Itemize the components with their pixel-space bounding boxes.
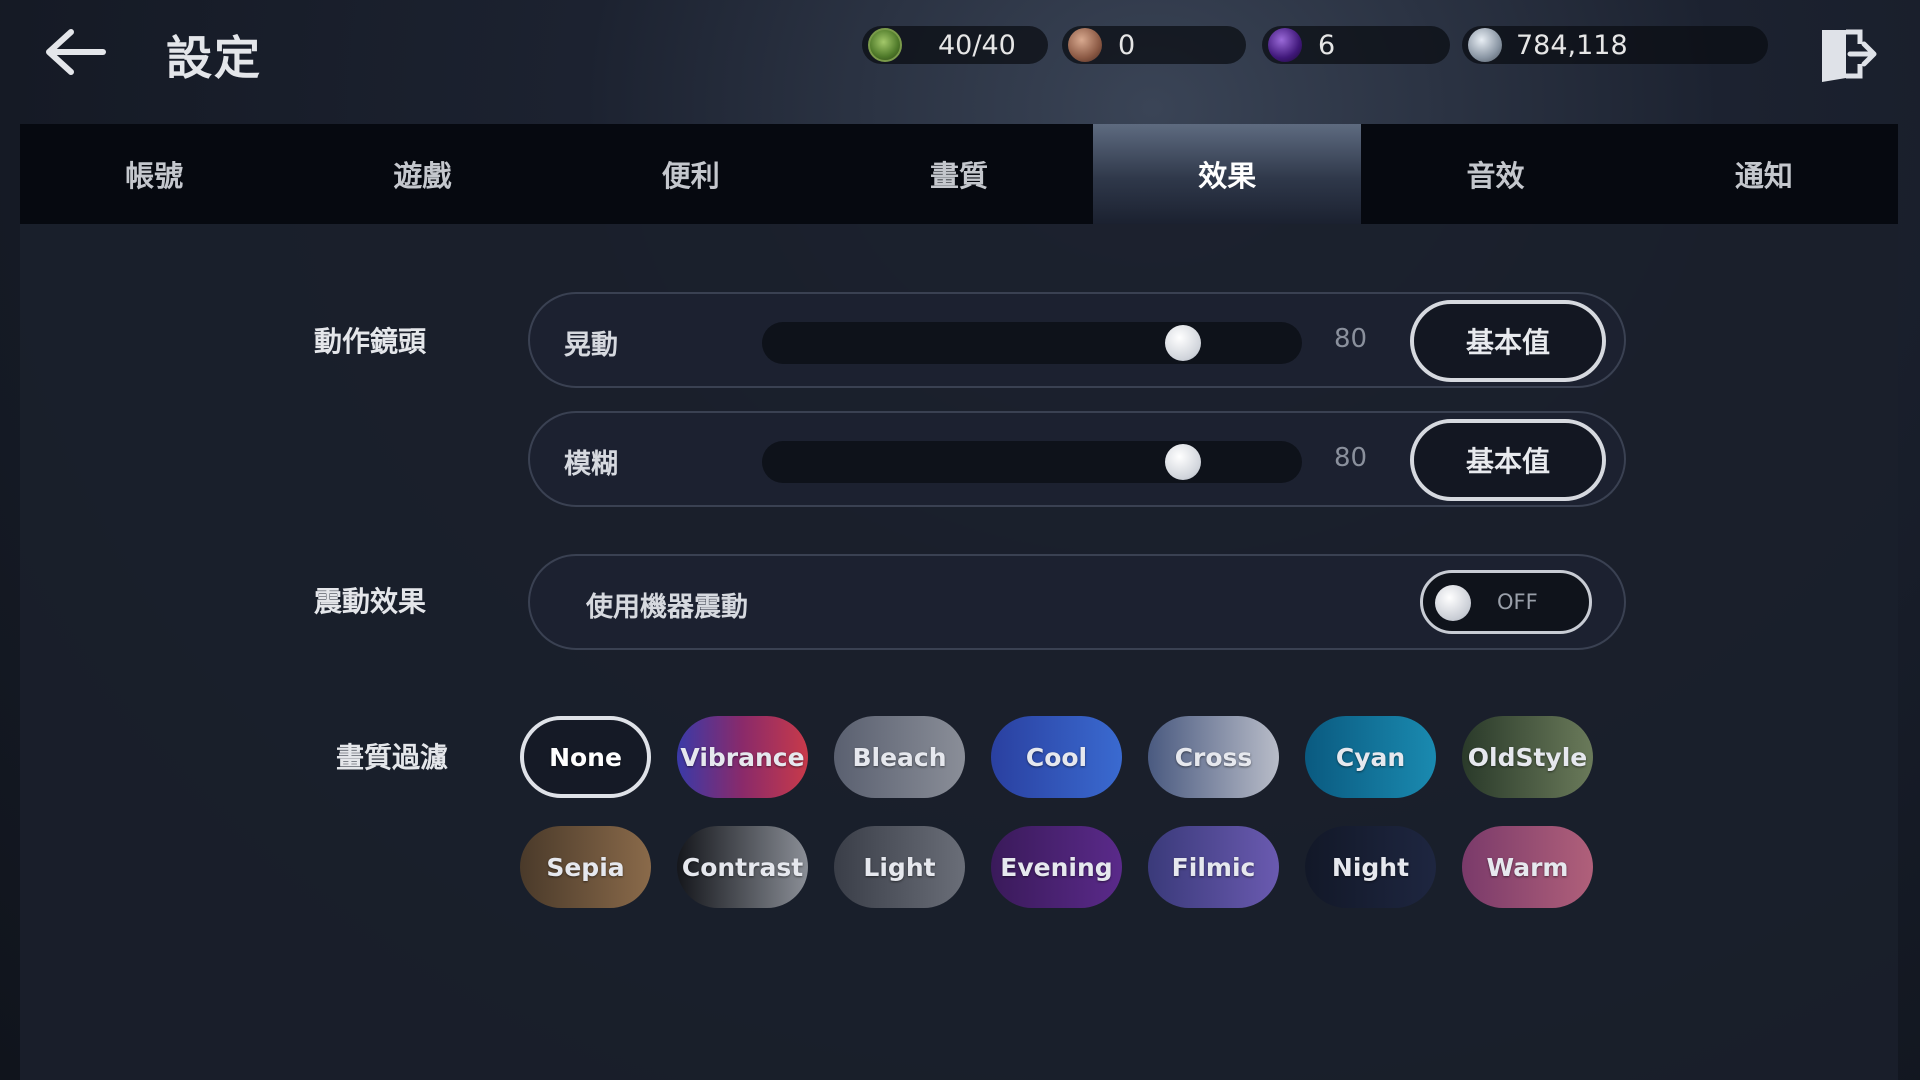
filter-row: None Vibrance Bleach Cool Cross Cyan OldStyle: [520, 716, 1620, 798]
tab-0[interactable]: 帳號: [20, 124, 288, 224]
exit-button[interactable]: [1814, 22, 1878, 86]
vibration-toggle[interactable]: OFF: [1420, 570, 1592, 634]
blur-slider-track[interactable]: [762, 441, 1302, 483]
tab-bar: 帳號 遊戲 便利 畫質 效果 音效 通知: [20, 124, 1898, 224]
blur-slider-thumb[interactable]: [1165, 444, 1202, 480]
settings-panel: 帳號 遊戲 便利 畫質 效果 音效 通知 動作鏡頭 晃動 80 基本值 模糊 80 基本值 …: [20, 124, 1898, 1080]
filter-section-label: 畫質過濾: [336, 741, 449, 774]
back-button[interactable]: [38, 24, 110, 80]
tab-1[interactable]: 遊戲: [288, 124, 556, 224]
filter-cool-button[interactable]: Cool: [991, 716, 1122, 798]
filter-sepia-button[interactable]: Sepia: [520, 826, 651, 908]
vibration-section-label: 震動效果: [314, 585, 427, 618]
filter-none-button[interactable]: None: [520, 716, 651, 798]
silver-coin-value: 784,118: [1516, 29, 1628, 61]
gem-value: 6: [1318, 29, 1336, 61]
top-bar: 設定 40/40 0 6 784,118: [0, 0, 1920, 110]
tab-5[interactable]: 音效: [1361, 124, 1629, 224]
camera-section-label: 動作鏡頭: [314, 325, 427, 358]
blur-label: 模糊: [564, 449, 618, 480]
tab-4[interactable]: 效果: [1093, 124, 1362, 224]
filter-vibrance-button[interactable]: Vibrance: [677, 716, 808, 798]
shake-slider-track[interactable]: [762, 322, 1302, 364]
shake-default-button[interactable]: 基本值: [1410, 300, 1606, 382]
filter-row: Sepia Contrast Light Evening Filmic Night Warm: [520, 826, 1620, 908]
shake-label: 晃動: [564, 330, 618, 361]
blur-value: 80: [1334, 443, 1368, 473]
filter-warm-button[interactable]: Warm: [1462, 826, 1593, 908]
filter-cyan-button[interactable]: Cyan: [1305, 716, 1436, 798]
blur-slider-row: 模糊 80 基本值: [528, 411, 1626, 507]
filter-evening-button[interactable]: Evening: [991, 826, 1122, 908]
device-vibration-label: 使用機器震動: [586, 592, 748, 623]
blur-default-button[interactable]: 基本值: [1410, 419, 1606, 501]
gem-counter[interactable]: 6: [1262, 26, 1450, 64]
filter-cross-button[interactable]: Cross: [1148, 716, 1279, 798]
tab-6[interactable]: 通知: [1630, 124, 1898, 224]
bronze-coin-value: 0: [1118, 29, 1136, 61]
stamina-value: 40/40: [938, 29, 1016, 61]
page-title: 設定: [166, 31, 262, 85]
silver-coin-counter[interactable]: 784,118: [1462, 26, 1768, 64]
exit-door-icon: [1822, 29, 1877, 82]
back-arrow-icon: [46, 29, 106, 75]
filter-oldstyle-button[interactable]: OldStyle: [1462, 716, 1593, 798]
filter-contrast-button[interactable]: Contrast: [677, 826, 808, 908]
shake-slider-thumb[interactable]: [1165, 325, 1202, 361]
stamina-counter[interactable]: 40/40: [862, 26, 1048, 64]
bronze-coin-counter[interactable]: 0: [1062, 26, 1246, 64]
silver-coin-icon: [1468, 28, 1502, 62]
bronze-coin-icon: [1068, 28, 1102, 62]
filter-night-button[interactable]: Night: [1305, 826, 1436, 908]
tab-2[interactable]: 便利: [557, 124, 825, 224]
filter-bleach-button[interactable]: Bleach: [834, 716, 965, 798]
vibration-row: 使用機器震動 OFF: [528, 554, 1626, 650]
filter-filmic-button[interactable]: Filmic: [1148, 826, 1279, 908]
shake-value: 80: [1334, 324, 1368, 354]
filter-grid: None Vibrance Bleach Cool Cross Cyan OldStyle S…: [520, 716, 1620, 936]
tab-3[interactable]: 畫質: [825, 124, 1093, 224]
shake-slider-row: 晃動 80 基本值: [528, 292, 1626, 388]
stamina-icon: [868, 28, 902, 62]
purple-gem-icon: [1268, 28, 1302, 62]
toggle-knob: [1435, 585, 1471, 621]
filter-light-button[interactable]: Light: [834, 826, 965, 908]
toggle-state-text: OFF: [1497, 590, 1538, 614]
